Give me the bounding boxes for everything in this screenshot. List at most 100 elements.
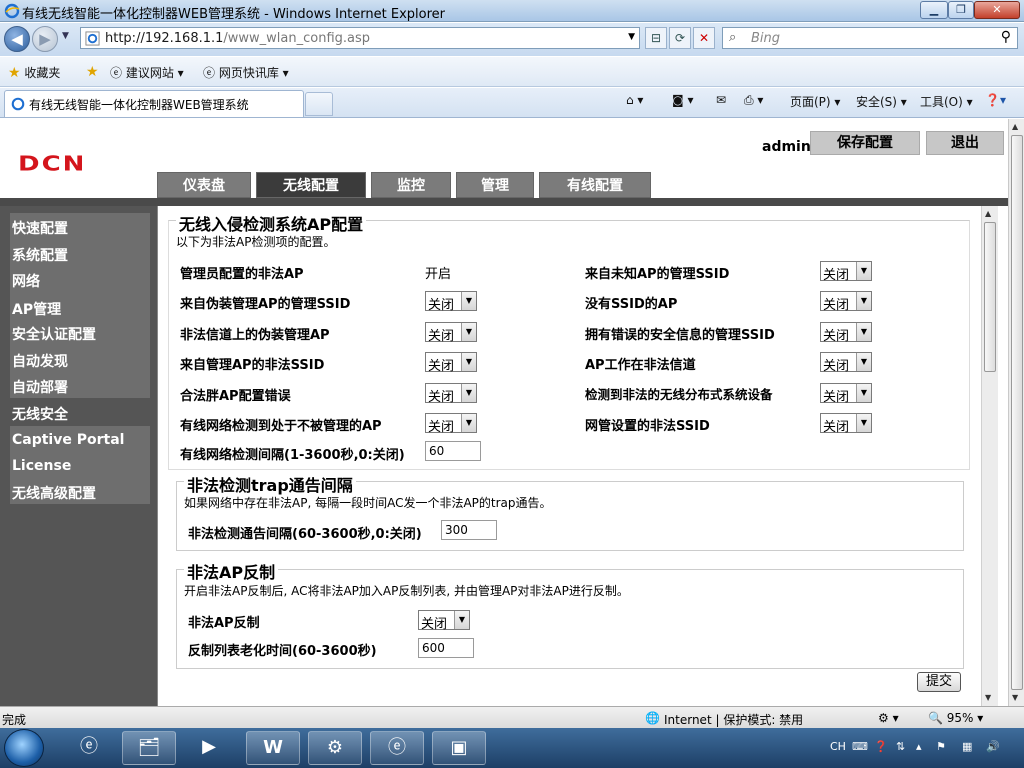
url-input[interactable]: http://192.168.1.1/www_wlan_config.asp ▼ [80, 27, 640, 49]
stop-icon[interactable]: ✕ [693, 27, 715, 49]
browser-tab[interactable]: 有线无线智能一体化控制器WEB管理系统 [4, 90, 304, 117]
sidebar-item-system-config[interactable]: 系统配置 [12, 245, 68, 265]
ids-left-label: 非法信道上的伪装管理AP [180, 328, 330, 343]
history-dropdown-icon[interactable]: ▼ [62, 31, 69, 41]
taskbar-explorer-icon[interactable]: 🗂 [122, 731, 176, 765]
favorites-button[interactable]: ★ 收藏夹 [8, 64, 60, 81]
ids-right-select[interactable]: 关闭 ▼ [820, 291, 872, 313]
protected-mode-icon[interactable]: ⚙ ▾ [878, 711, 899, 725]
tray-help-icon[interactable]: ❓ [874, 740, 888, 753]
page-scroll-up-icon[interactable]: ▲ [1012, 122, 1018, 131]
tray-network-icon[interactable]: ▦ [962, 740, 972, 753]
page-scroll-thumb[interactable] [1011, 135, 1023, 690]
ids-right-select[interactable]: 关闭 ▼ [820, 413, 872, 435]
tab-monitor[interactable]: 监控 [371, 172, 451, 198]
zone-text: Internet | 保护模式: 禁用 [664, 713, 804, 727]
ids-right-select[interactable]: 关闭 ▼ [820, 261, 872, 283]
ids-left-select[interactable]: 关闭 ▼ [425, 352, 477, 374]
scroll-down-icon[interactable]: ▼ [985, 693, 991, 702]
content-scrollbar[interactable]: ▲ ▼ [981, 206, 998, 706]
sidebar: 快速配置 系统配置 网络 AP管理 安全认证配置 自动发现 自动部署 无线安全 … [0, 206, 157, 706]
page-menu[interactable]: 页面(P) ▾ [790, 93, 840, 110]
sidebar-item-captive-portal[interactable]: Captive Portal [12, 432, 124, 448]
fav-link-webslice[interactable]: ⓔ 网页快讯库 ▾ [203, 64, 289, 81]
sidebar-item-auto-discover[interactable]: 自动发现 [12, 351, 68, 371]
ids-left-select[interactable]: 关闭 ▼ [425, 413, 477, 435]
fav-link-suggested[interactable]: ⓔ 建议网站 ▾ [110, 64, 184, 81]
scroll-up-icon[interactable]: ▲ [985, 209, 991, 218]
ids-left-select[interactable]: 关闭 ▼ [425, 291, 477, 313]
sidebar-item-network[interactable]: 网络 [12, 271, 40, 291]
trap-interval-input[interactable]: 300 [441, 520, 497, 540]
trap-section-title: 非法检测trap通告间隔 [184, 472, 356, 496]
ids-left-select[interactable]: 关闭 ▼ [425, 322, 477, 344]
home-icon[interactable]: ⌂ ▾ [626, 93, 643, 107]
tab-wireless-config[interactable]: 无线配置 [256, 172, 366, 198]
tools-menu[interactable]: 工具(O) ▾ [920, 93, 973, 110]
submit-button[interactable]: 提交 [917, 672, 961, 692]
browser-scrollbar[interactable]: ▲ ▼ [1008, 119, 1024, 706]
status-bar: 完成 🌐 Internet | 保护模式: 禁用 ⚙ ▾ 🔍 95% ▾ [0, 706, 1024, 728]
sidebar-item-license[interactable]: License [12, 458, 71, 474]
ids-left-label: 合法胖AP配置错误 [180, 389, 291, 404]
add-favorite-icon[interactable]: ★ [86, 64, 99, 80]
forward-button[interactable]: ▶ [32, 26, 58, 52]
safety-menu[interactable]: 安全(S) ▾ [856, 93, 907, 110]
compat-view-icon[interactable]: ⊟ [645, 27, 667, 49]
sidebar-item-ap-manage[interactable]: AP管理 [12, 299, 61, 319]
maximize-button[interactable]: ❐ [948, 1, 974, 19]
ids-right-label: 没有SSID的AP [585, 297, 678, 312]
page-scroll-down-icon[interactable]: ▼ [1012, 693, 1018, 702]
mail-icon[interactable]: ✉ [716, 93, 726, 107]
url-dropdown-icon[interactable]: ▼ [628, 32, 635, 42]
url-path: /www_wlan_config.asp [223, 31, 371, 46]
search-input[interactable]: ⌕ Bing ⚲ [722, 27, 1018, 49]
taskbar-word-icon[interactable]: W [246, 731, 300, 765]
taskbar-media-icon[interactable]: ▶ [182, 731, 236, 765]
taskbar-ie-pinned-icon[interactable]: ⓔ [62, 731, 116, 765]
tab-manage[interactable]: 管理 [456, 172, 534, 198]
address-bar: ◀ ▶ ▼ http://192.168.1.1/www_wlan_config… [0, 23, 1024, 56]
taskbar-app-icon[interactable]: ▣ [432, 731, 486, 765]
tab-wired-config[interactable]: 有线配置 [539, 172, 651, 198]
help-icon[interactable]: ❓▾ [985, 93, 1006, 107]
close-window-button[interactable]: ✕ [974, 1, 1020, 19]
search-icon[interactable]: ⚲ [1001, 29, 1011, 45]
counter-select[interactable]: 关闭 ▼ [418, 610, 470, 632]
sidebar-item-quick-config[interactable]: 快速配置 [12, 218, 68, 238]
ids-right-label: 拥有错误的安全信息的管理SSID [585, 328, 775, 343]
back-button[interactable]: ◀ [4, 26, 30, 52]
taskbar-tool-icon[interactable]: ⚙ [308, 731, 362, 765]
star-icon: ★ [8, 65, 21, 81]
minimize-button[interactable]: ▁ [920, 1, 948, 19]
ids-right-select[interactable]: 关闭 ▼ [820, 322, 872, 344]
start-button[interactable] [4, 729, 44, 767]
sidebar-item-wireless-security[interactable]: 无线安全 [12, 404, 68, 424]
sidebar-item-auto-deploy[interactable]: 自动部署 [12, 377, 68, 397]
ids-right-label: 网管设置的非法SSID [585, 419, 710, 434]
sidebar-item-auth-config[interactable]: 安全认证配置 [12, 324, 96, 344]
ids-left-label: 有线网络检测到处于不被管理的AP [180, 419, 382, 434]
taskbar-ie-icon[interactable]: ⓔ [370, 731, 424, 765]
sidebar-item-wireless-advanced[interactable]: 无线高级配置 [12, 483, 96, 503]
feeds-icon[interactable]: ◙ ▾ [672, 93, 693, 107]
aging-input[interactable]: 600 [418, 638, 474, 658]
save-config-button[interactable]: 保存配置 [810, 131, 920, 155]
tray-language[interactable]: CH [830, 740, 846, 753]
ids-right-select[interactable]: 关闭 ▼ [820, 352, 872, 374]
tray-volume-icon[interactable]: 🔊 [986, 740, 1000, 753]
logout-button[interactable]: 退出 [926, 131, 1004, 155]
tray-keyboard-icon[interactable]: ⌨ [852, 740, 868, 753]
wired-interval-input[interactable]: 60 [425, 441, 481, 461]
ids-right-select[interactable]: 关闭 ▼ [820, 383, 872, 405]
tray-expand-icon[interactable]: ▴ [916, 740, 922, 753]
print-icon[interactable]: ⎙ ▾ [744, 93, 763, 108]
zoom-level[interactable]: 🔍 95% ▾ [928, 711, 983, 725]
ids-left-select[interactable]: 关闭 ▼ [425, 383, 477, 405]
refresh-icon[interactable]: ⟳ [669, 27, 691, 49]
tray-input-icon[interactable]: ⇅ [896, 740, 905, 753]
new-tab-button[interactable] [305, 92, 333, 116]
tab-dashboard[interactable]: 仪表盘 [157, 172, 251, 198]
tray-flag-icon[interactable]: ⚑ [936, 740, 946, 753]
scroll-thumb[interactable] [984, 222, 996, 372]
